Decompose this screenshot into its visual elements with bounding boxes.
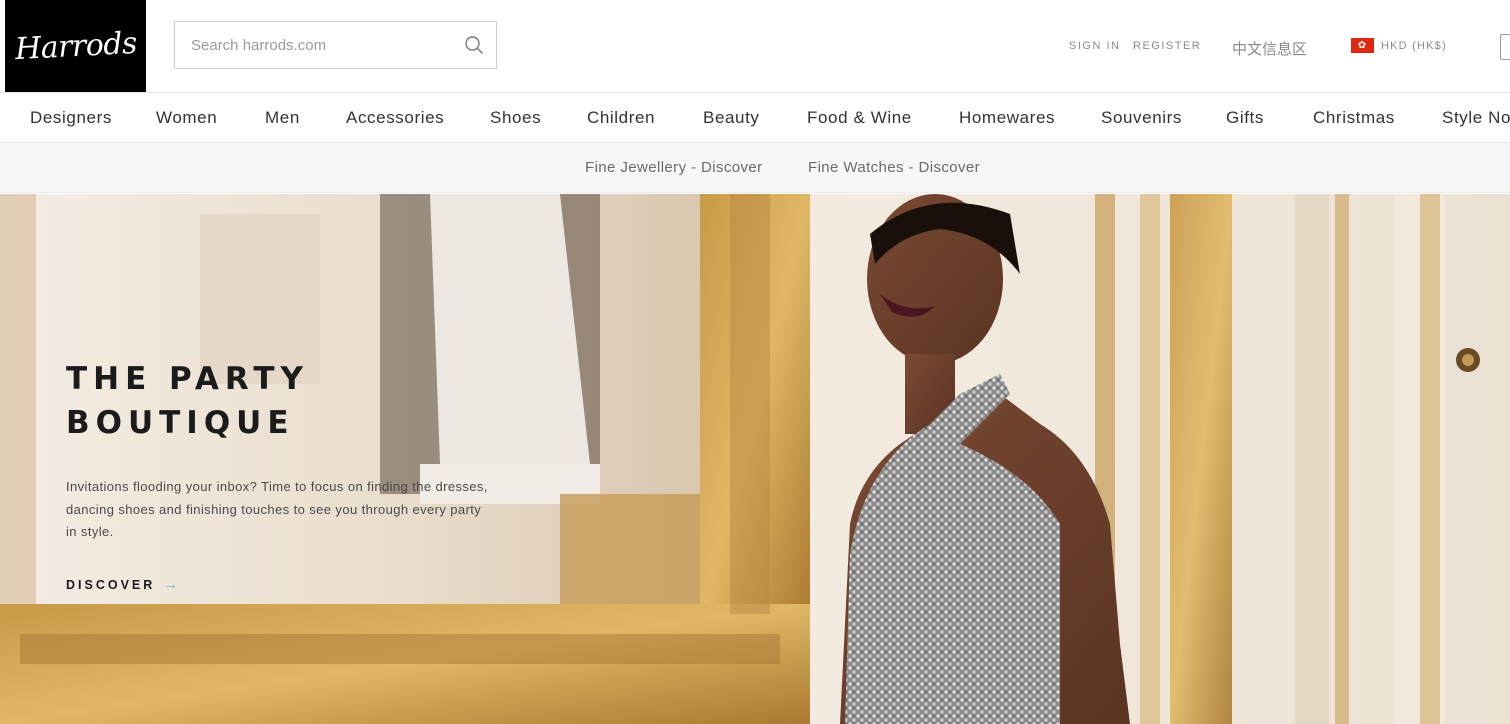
nav-item-designers[interactable]: Designers <box>30 108 112 128</box>
nav-item-food-wine[interactable]: Food & Wine <box>807 108 912 128</box>
hero-image <box>0 194 1510 724</box>
register-link[interactable]: REGISTER <box>1133 40 1201 52</box>
nav-item-christmas[interactable]: Christmas <box>1313 108 1395 128</box>
subnav-fine-watches-link[interactable]: Fine Watches - Discover <box>808 159 980 176</box>
discover-button[interactable]: DISCOVER → <box>66 576 178 593</box>
hong-kong-flag-icon: ✿ <box>1351 38 1374 53</box>
search-box <box>174 21 497 69</box>
nav-item-men[interactable]: Men <box>265 108 300 128</box>
hero-banner[interactable]: THE PARTY BOUTIQUE Invitations flooding … <box>0 194 1510 724</box>
shopping-bag-icon[interactable] <box>1500 34 1510 60</box>
promo-subnav: Fine Jewellery - Discover Fine Watches -… <box>0 143 1510 193</box>
logo-text: Harrods <box>13 25 138 67</box>
main-nav: Designers Women Men Accessories Shoes Ch… <box>0 93 1510 143</box>
nav-item-beauty[interactable]: Beauty <box>703 108 760 128</box>
nav-item-homewares[interactable]: Homewares <box>959 108 1055 128</box>
discover-label: DISCOVER <box>66 577 156 592</box>
nav-item-accessories[interactable]: Accessories <box>346 108 444 128</box>
sign-in-link[interactable]: SIGN IN <box>1069 40 1120 52</box>
harrods-logo[interactable]: Harrods <box>5 0 146 92</box>
nav-item-shoes[interactable]: Shoes <box>490 108 541 128</box>
currency-label: HKD (HK$) <box>1381 39 1447 52</box>
currency-selector[interactable]: ✿ HKD (HK$) <box>1351 38 1447 53</box>
hero-description: Invitations flooding your inbox? Time to… <box>66 479 488 539</box>
subnav-fine-jewellery-link[interactable]: Fine Jewellery - Discover <box>585 159 763 176</box>
nav-item-style-notes[interactable]: Style No <box>1442 108 1510 128</box>
hero-title: THE PARTY BOUTIQUE <box>66 361 309 441</box>
search-icon[interactable] <box>452 22 496 68</box>
site-header: Harrods SIGN IN REGISTER 中文信息区 ✿ HKD (HK… <box>0 0 1510 93</box>
arrow-right-icon: → <box>163 576 179 593</box>
nav-item-women[interactable]: Women <box>156 108 217 128</box>
nav-item-children[interactable]: Children <box>587 108 655 128</box>
chinese-info-link[interactable]: 中文信息区 <box>1232 38 1307 59</box>
nav-item-souvenirs[interactable]: Souvenirs <box>1101 108 1182 128</box>
nav-item-gifts[interactable]: Gifts <box>1226 108 1264 128</box>
search-input[interactable] <box>175 22 452 68</box>
